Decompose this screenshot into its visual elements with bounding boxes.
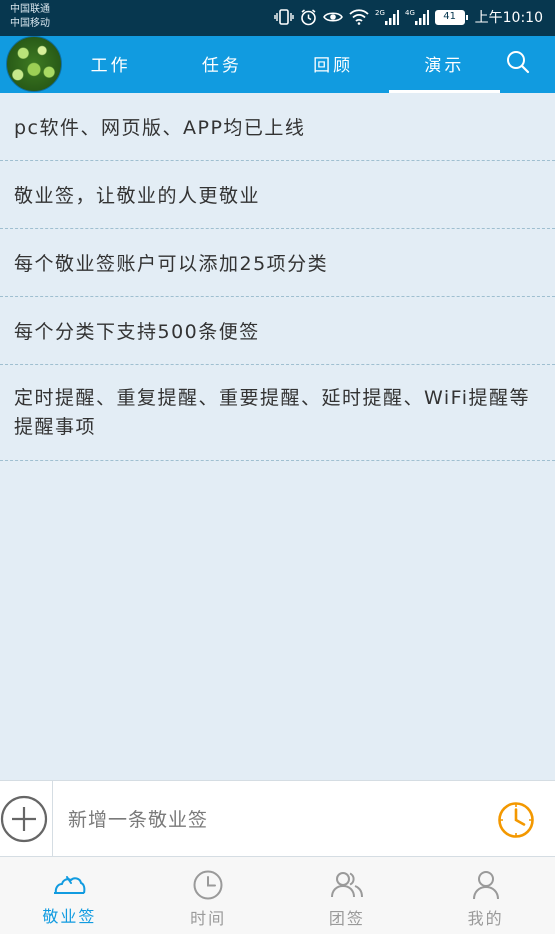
note-text: 每个分类下支持500条便签 — [14, 321, 260, 343]
nav-time[interactable]: 时间 — [139, 857, 278, 934]
cloud-hand-icon — [54, 876, 86, 894]
nav-team[interactable]: 团签 — [278, 857, 417, 934]
note-text: 每个敬业签账户可以添加25项分类 — [14, 253, 329, 275]
note-text: pc软件、网页版、APP均已上线 — [14, 117, 306, 139]
new-note-input[interactable] — [68, 805, 468, 835]
tab-work[interactable]: 工作 — [55, 36, 166, 93]
eye-icon — [322, 10, 343, 24]
list-item[interactable]: 每个敬业签账户可以添加25项分类 — [0, 229, 555, 297]
person-icon — [472, 871, 499, 900]
note-text: 敬业签，让敬业的人更敬业 — [14, 185, 261, 207]
alarm-icon — [300, 8, 317, 26]
tab-bar: 工作 任务 回顾 演示 — [55, 36, 501, 93]
plus-circle-icon — [0, 795, 48, 843]
tab-tasks[interactable]: 任务 — [166, 36, 277, 93]
note-text: 定时提醒、重复提醒、重要提醒、延时提醒、WiFi提醒等提醒事项 — [14, 386, 530, 438]
bottom-nav: 敬业签 时间 团签 我的 — [0, 857, 555, 934]
svg-text:4G: 4G — [405, 9, 415, 17]
group-icon — [330, 872, 363, 898]
signal-2g-icon: 2G — [375, 8, 399, 26]
list-item[interactable]: 定时提醒、重复提醒、重要提醒、延时提醒、WiFi提醒等提醒事项 — [0, 365, 555, 461]
reminder-button[interactable] — [497, 801, 535, 839]
clock-icon — [498, 802, 534, 838]
signal-4g-icon: 4G — [405, 8, 429, 26]
nav-label: 我的 — [467, 909, 504, 928]
vibrate-icon — [273, 9, 294, 25]
status-icons: 2G 4G 41 上午10:10 — [273, 7, 543, 27]
tab-review[interactable]: 回顾 — [278, 36, 389, 93]
nav-label: 敬业签 — [42, 907, 97, 926]
nav-jingyeqian[interactable]: 敬业签 — [0, 857, 139, 934]
notes-list: pc软件、网页版、APP均已上线 敬业签，让敬业的人更敬业 每个敬业签账户可以添… — [0, 93, 555, 461]
avatar[interactable] — [6, 36, 62, 92]
svg-text:2G: 2G — [375, 9, 385, 17]
composer-bar — [0, 780, 555, 858]
add-note-button[interactable] — [0, 794, 50, 844]
battery-indicator: 41 — [434, 9, 468, 25]
carrier-2: 中国移动 — [10, 18, 50, 29]
wifi-icon — [349, 9, 369, 25]
nav-label: 团签 — [328, 909, 365, 928]
nav-mine[interactable]: 我的 — [416, 857, 555, 934]
list-item[interactable]: 每个分类下支持500条便签 — [0, 297, 555, 365]
status-bar: 中国联通 中国移动 2G 4G 41 上午10:10 — [0, 0, 555, 36]
search-icon — [507, 51, 530, 74]
search-button[interactable] — [505, 49, 531, 75]
list-item[interactable]: pc软件、网页版、APP均已上线 — [0, 93, 555, 161]
nav-label: 时间 — [190, 909, 227, 928]
carrier-info: 中国联通 中国移动 — [10, 3, 50, 31]
carrier-1: 中国联通 — [10, 4, 50, 15]
status-time: 上午10:10 — [474, 10, 543, 26]
tab-demo[interactable]: 演示 — [388, 36, 501, 93]
clock-icon — [193, 870, 223, 900]
list-item[interactable]: 敬业签，让敬业的人更敬业 — [0, 161, 555, 229]
header: 工作 任务 回顾 演示 — [0, 36, 555, 93]
divider — [52, 781, 53, 858]
